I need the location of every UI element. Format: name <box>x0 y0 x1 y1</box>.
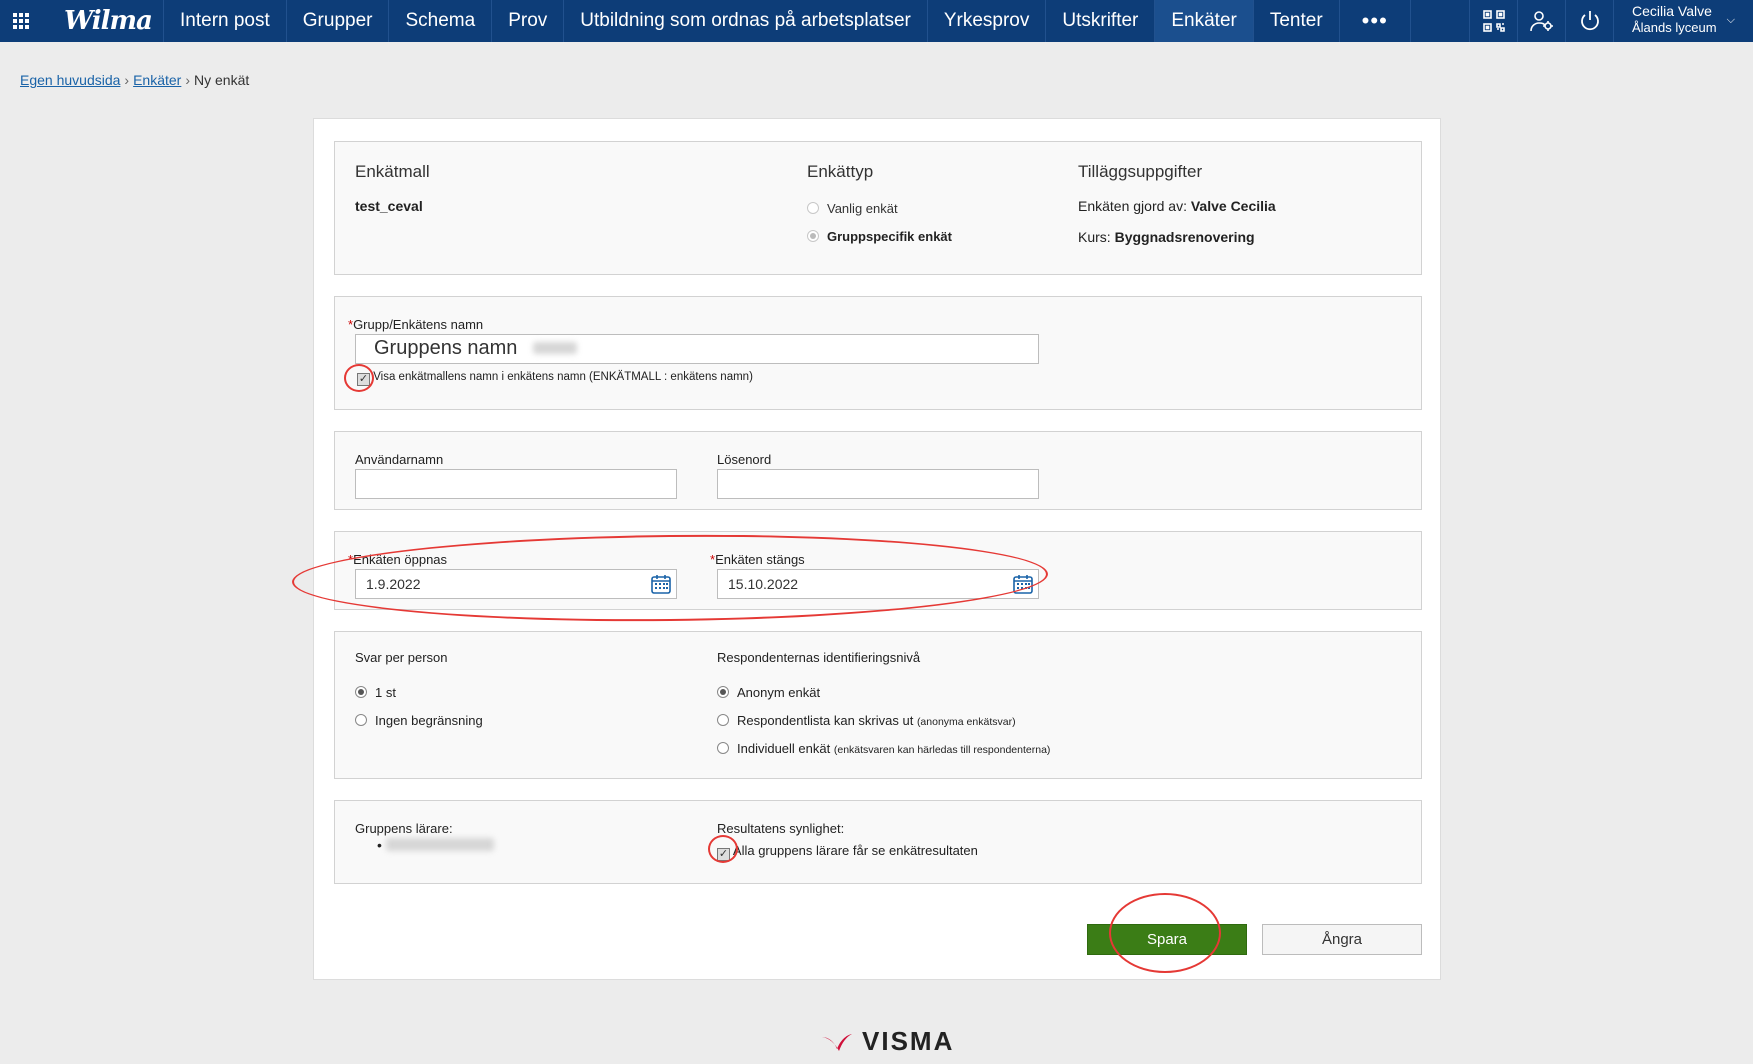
teacher-list-item: • <box>377 837 494 853</box>
survey-name-label: *Grupp/Enkätens namn <box>348 317 484 332</box>
template-value: test_ceval <box>355 198 423 214</box>
survey-type-option-regular: Vanlig enkät <box>807 201 898 216</box>
logout-power-icon[interactable] <box>1565 0 1613 42</box>
nav-prov[interactable]: Prov <box>492 0 565 42</box>
show-template-name-label: Visa enkätmallens namn i enkätens namn (… <box>373 371 753 383</box>
radio-group-survey <box>807 230 819 242</box>
chevron-down-icon: ⌵ <box>1726 14 1735 26</box>
breadcrumb-surveys-link[interactable]: Enkäter <box>133 72 181 88</box>
template-heading: Enkätmall <box>355 162 430 181</box>
dates-section: *Enkäten öppnas 1.9.2022 *Enkäten stängs… <box>334 531 1422 610</box>
username-input[interactable] <box>355 469 677 499</box>
survey-info-section: Enkätmall test_ceval Enkättyp Vanlig enk… <box>334 141 1422 275</box>
nav-enkater[interactable]: Enkäter <box>1155 0 1254 42</box>
survey-name-section: *Grupp/Enkätens namn Gruppens namn ✓ Vis… <box>334 296 1422 410</box>
radio-unlimited-answers[interactable] <box>355 714 367 726</box>
radio-anonymous[interactable] <box>717 686 729 698</box>
breadcrumb-current: Ny enkät <box>194 72 250 88</box>
identification-heading: Respondenternas identifieringsnivå <box>717 650 921 665</box>
extra-info-heading: Tilläggsuppgifter <box>1078 162 1203 181</box>
nav-tenter[interactable]: Tenter <box>1254 0 1340 42</box>
answers-option-unlimited[interactable]: Ingen begränsning <box>355 713 483 728</box>
main-nav: Intern post Grupper Schema Prov Utbildni… <box>164 0 1411 42</box>
calendar-icon[interactable] <box>1013 574 1033 594</box>
more-menu-icon[interactable]: ••• <box>1340 0 1411 42</box>
survey-type-option-group: Gruppspecifik enkät <box>807 229 952 244</box>
nav-intern-post[interactable]: Intern post <box>164 0 287 42</box>
username-label: Användarnamn <box>355 452 444 467</box>
survey-name-input[interactable]: Gruppens namn <box>355 334 1039 364</box>
breadcrumb-separator: › <box>124 72 130 88</box>
identification-option-anonymous[interactable]: Anonym enkät <box>717 685 820 700</box>
nav-yrkesprov[interactable]: Yrkesprov <box>928 0 1047 42</box>
made-by-row: Enkäten gjord av: Valve Cecilia <box>1078 198 1276 214</box>
calendar-icon[interactable] <box>651 574 671 594</box>
group-teachers-heading: Gruppens lärare: <box>355 821 453 836</box>
apps-menu-icon[interactable] <box>0 0 42 42</box>
nav-utskrifter[interactable]: Utskrifter <box>1046 0 1156 42</box>
save-button[interactable]: Spara <box>1087 924 1247 955</box>
close-date-label: *Enkäten stängs <box>710 552 805 567</box>
teachers-see-results-label: Alla gruppens lärare får se enkätresulta… <box>732 843 978 858</box>
password-input[interactable] <box>717 469 1039 499</box>
close-date-input[interactable]: 15.10.2022 <box>717 569 1039 599</box>
answers-section: Svar per person 1 st Ingen begränsning R… <box>334 631 1422 779</box>
survey-type-heading: Enkättyp <box>807 162 874 181</box>
password-label: Lösenord <box>717 452 772 467</box>
results-visibility-heading: Resultatens synlighet: <box>717 821 845 836</box>
user-menu[interactable]: Cecilia Valve Ålands lyceum ⌵ <box>1613 0 1753 42</box>
teachers-visibility-section: Gruppens lärare: • Resultatens synlighet… <box>334 800 1422 884</box>
nav-utbildning-arbetsplatser[interactable]: Utbildning som ordnas på arbetsplatser <box>564 0 928 42</box>
breadcrumb-home-link[interactable]: Egen huvudsida <box>20 72 120 88</box>
breadcrumb: Egen huvudsida › Enkäter › Ny enkät <box>20 72 249 88</box>
radio-regular-survey <box>807 202 819 214</box>
visibility-checkbox-row: ✓ Alla gruppens lärare får se enkätresul… <box>717 843 978 861</box>
visma-logo: VISMA <box>820 1026 954 1057</box>
qr-code-icon[interactable] <box>1469 0 1517 42</box>
answers-per-person-heading: Svar per person <box>355 650 448 665</box>
identification-option-individual[interactable]: Individuell enkät (enkätsvaren kan härle… <box>717 741 1050 756</box>
nav-schema[interactable]: Schema <box>389 0 493 42</box>
nav-grupper[interactable]: Grupper <box>287 0 390 42</box>
teachers-see-results-checkbox[interactable]: ✓ <box>717 848 730 861</box>
open-date-label: *Enkäten öppnas <box>348 552 448 567</box>
user-settings-icon[interactable] <box>1517 0 1565 42</box>
wilma-logo[interactable]: Wilma <box>42 0 164 42</box>
new-survey-form: Enkätmall test_ceval Enkättyp Vanlig enk… <box>313 118 1441 980</box>
top-navigation-bar: Wilma Intern post Grupper Schema Prov Ut… <box>0 0 1753 42</box>
course-row: Kurs: Byggnadsrenovering <box>1078 229 1255 245</box>
credentials-section: Användarnamn Lösenord <box>334 431 1422 510</box>
radio-individual[interactable] <box>717 742 729 754</box>
show-template-name-row: ✓ Visa enkätmallens namn i enkätens namn… <box>357 371 753 386</box>
open-date-input[interactable]: 1.9.2022 <box>355 569 677 599</box>
show-template-name-checkbox[interactable]: ✓ <box>357 373 370 386</box>
radio-respondent-list[interactable] <box>717 714 729 726</box>
answers-option-one[interactable]: 1 st <box>355 685 396 700</box>
visma-swoosh-icon <box>822 1033 852 1051</box>
identification-option-respondent-list[interactable]: Respondentlista kan skrivas ut (anonyma … <box>717 713 1016 728</box>
undo-button[interactable]: Ångra <box>1262 924 1422 955</box>
radio-one-answer[interactable] <box>355 686 367 698</box>
breadcrumb-separator: › <box>185 72 191 88</box>
